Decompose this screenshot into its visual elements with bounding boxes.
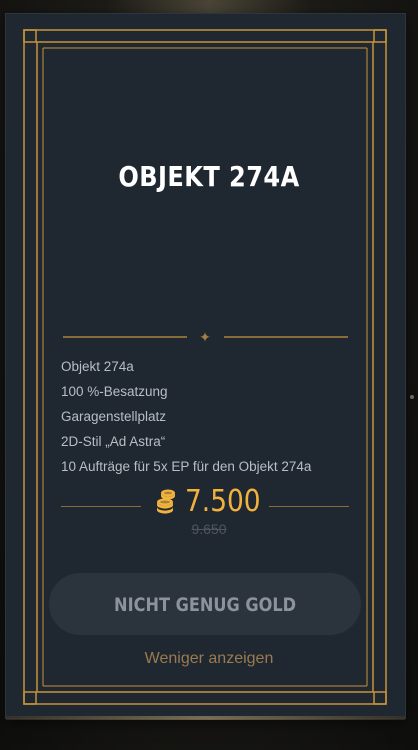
price-row: 7.500	[61, 484, 349, 524]
feature-item: 10 Aufträge für 5x EP für den Objekt 274…	[61, 459, 312, 474]
card-bottom-glow	[6, 716, 405, 720]
price-line-right	[269, 506, 349, 507]
diamond-ornament-icon: ✦	[199, 329, 211, 345]
old-price: 9.650	[191, 521, 227, 537]
not-enough-gold-button[interactable]: NICHT GENUG GOLD	[49, 573, 361, 635]
divider-line-right	[224, 336, 348, 338]
price-line-left	[61, 506, 141, 507]
divider-line-left	[63, 336, 187, 338]
scroll-indicator-dot	[410, 395, 414, 399]
ornament-divider: ✦	[63, 330, 348, 344]
price-value: 7.500	[185, 484, 261, 519]
show-less-link[interactable]: Weniger anzeigen	[0, 650, 418, 668]
offer-title: OBJEKT 274A	[118, 160, 300, 193]
button-label: NICHT GENUG GOLD	[113, 594, 297, 616]
feature-item: 100 %-Besatzung	[61, 384, 168, 399]
feature-item: Garagenstellplatz	[61, 409, 167, 424]
gold-coins-icon	[157, 489, 175, 514]
feature-list: Objekt 274a 100 %-Besatzung Garagenstell…	[61, 358, 311, 483]
feature-item: Objekt 274a	[61, 359, 134, 374]
feature-item: 2D-Stil „Ad Astra“	[61, 434, 166, 449]
